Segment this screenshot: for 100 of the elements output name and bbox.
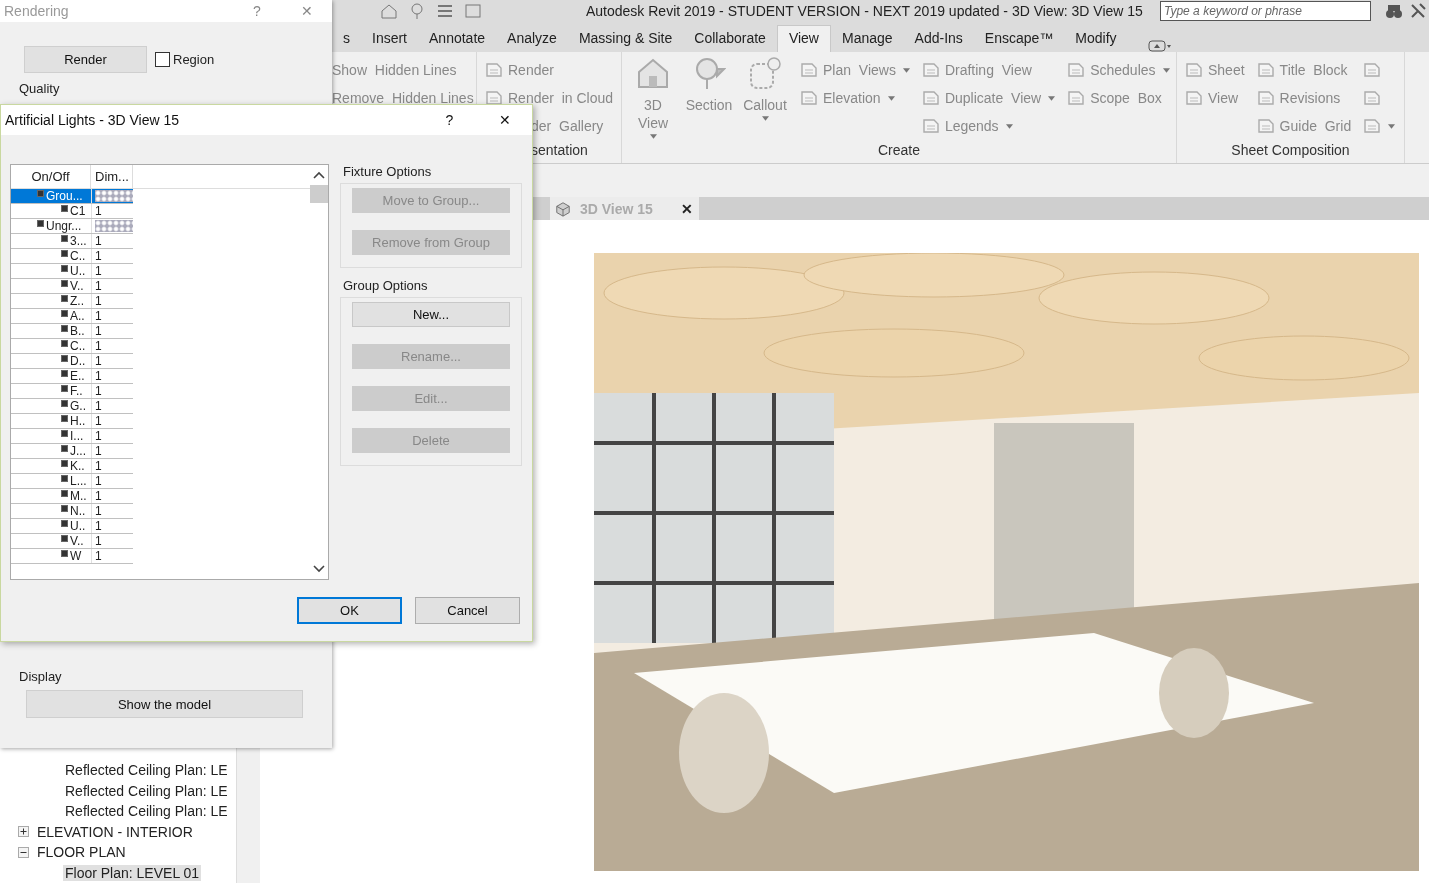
tree-item[interactable]: Z..	[11, 294, 91, 308]
dialog-button[interactable]: New...	[352, 302, 510, 327]
ribbon-tab[interactable]: Massing & Site	[567, 26, 684, 52]
close-button[interactable]: ✕	[477, 111, 532, 129]
help-button[interactable]: ?	[422, 111, 477, 129]
tree-item[interactable]: B..	[11, 324, 91, 338]
browser-item[interactable]: Reflected Ceiling Plan: LE	[63, 762, 230, 779]
checkbox[interactable]	[61, 354, 68, 362]
panel-toggle-icon[interactable]	[1147, 40, 1172, 52]
tree-item[interactable]: M..	[11, 489, 91, 503]
checkbox[interactable]	[61, 504, 68, 512]
close-button[interactable]: ✕	[282, 2, 332, 20]
page-icon	[1363, 62, 1382, 78]
column-header[interactable]: Dim...	[91, 165, 133, 188]
render-button[interactable]: Render	[24, 46, 147, 73]
tree-item[interactable]: K..	[11, 459, 91, 473]
expand-icon[interactable]	[18, 826, 29, 838]
ribbon-tab[interactable]: Collaborate	[683, 26, 777, 52]
tree-item[interactable]: H..	[11, 414, 91, 428]
checkbox[interactable]	[61, 249, 68, 257]
ribbon-tab[interactable]: View	[776, 25, 831, 52]
checkbox[interactable]	[61, 339, 68, 347]
tree-item[interactable]: 3...	[11, 234, 91, 248]
ribbon-tab[interactable]: s	[332, 26, 361, 52]
checkbox[interactable]	[61, 399, 68, 407]
checkbox[interactable]	[61, 309, 68, 317]
ribbon-tab[interactable]: Insert	[361, 26, 418, 52]
binoculars-icon[interactable]	[1385, 2, 1403, 20]
checkbox[interactable]	[61, 204, 68, 212]
checkbox[interactable]	[61, 324, 68, 332]
search-field[interactable]: Type a keyword or phrase	[1160, 1, 1371, 21]
ribbon-tab[interactable]: Annotate	[418, 26, 497, 52]
tree-item[interactable]: W	[11, 549, 91, 563]
tree-item[interactable]: D..	[11, 354, 91, 368]
checkbox[interactable]	[61, 534, 68, 542]
checkbox[interactable]	[61, 384, 68, 392]
checkbox[interactable]	[61, 489, 68, 497]
dialog-button[interactable]: OK	[297, 597, 402, 624]
browser-item[interactable]: Reflected Ceiling Plan: LE	[63, 803, 230, 820]
page-icon	[1363, 90, 1382, 106]
close-button[interactable]: ✕	[674, 197, 699, 220]
help-button[interactable]: ?	[232, 2, 282, 20]
checkbox[interactable]	[61, 369, 68, 377]
tree-item[interactable]: I...	[11, 429, 91, 443]
page-icon	[1256, 118, 1275, 134]
ribbon-tab[interactable]: Analyze	[496, 26, 568, 52]
tree-item[interactable]: Ungr...	[11, 219, 91, 233]
checkbox[interactable]	[37, 219, 44, 227]
tree-item[interactable]: V..	[11, 279, 91, 293]
tree-item[interactable]: C1	[11, 204, 91, 218]
tree-item[interactable]: C..	[11, 339, 91, 353]
ribbon-tab[interactable]: Enscape™	[973, 26, 1065, 52]
page-icon	[1185, 62, 1203, 78]
show-model-button[interactable]: Show the model	[26, 690, 303, 718]
tree-item[interactable]: E..	[11, 369, 91, 383]
checkbox[interactable]	[61, 519, 68, 527]
checkbox[interactable]	[37, 189, 44, 197]
tree-item[interactable]: U..	[11, 519, 91, 533]
ribbon-tab[interactable]: Add-Ins	[903, 26, 974, 52]
scroll-thumb[interactable]	[310, 185, 328, 203]
checkbox[interactable]	[61, 279, 68, 287]
checkbox[interactable]	[61, 444, 68, 452]
dim-value: 1	[95, 354, 102, 368]
checkbox[interactable]	[61, 264, 68, 272]
section-label: Quality	[18, 80, 61, 96]
dialog-button[interactable]: Cancel	[415, 597, 520, 624]
tree-item[interactable]: N..	[11, 504, 91, 518]
browser-item[interactable]: ELEVATION - INTERIOR	[35, 823, 195, 840]
scroll-down-icon[interactable]	[313, 564, 325, 574]
region-checkbox[interactable]: Region	[155, 52, 215, 67]
list-icon[interactable]	[436, 2, 454, 20]
tree-item[interactable]: A..	[11, 309, 91, 323]
checkbox[interactable]	[61, 459, 68, 467]
checkbox[interactable]	[61, 414, 68, 422]
tree-item[interactable]: U..	[11, 264, 91, 278]
page-icon	[1256, 90, 1275, 106]
ribbon-tab[interactable]: Modify	[1064, 26, 1128, 52]
ribbon-tab[interactable]: Manage	[830, 26, 904, 52]
column-header[interactable]: On/Off	[11, 165, 91, 188]
checkbox[interactable]	[61, 549, 68, 557]
section-label: Display	[18, 668, 63, 684]
browser-item[interactable]: Floor Plan: LEVEL 01	[63, 864, 202, 881]
tree-item[interactable]: G..	[11, 399, 91, 413]
browser-item[interactable]: Reflected Ceiling Plan: LE	[63, 782, 230, 799]
caret-icon	[887, 95, 895, 101]
checkbox[interactable]	[61, 474, 68, 482]
browser-item[interactable]: FLOOR PLAN	[35, 844, 128, 861]
tree-item[interactable]: C..	[11, 249, 91, 263]
checkbox[interactable]	[61, 234, 68, 242]
tree-item[interactable]: L...	[11, 474, 91, 488]
dim-value: 1	[95, 444, 102, 458]
tree-item[interactable]: F..	[11, 384, 91, 398]
checkbox[interactable]	[61, 294, 68, 302]
page-icon	[1363, 118, 1382, 134]
scroll-up-icon[interactable]	[313, 170, 325, 180]
tree-item[interactable]: Grou...	[11, 189, 91, 203]
collapse-icon[interactable]	[18, 846, 29, 858]
tree-item[interactable]: J...	[11, 444, 91, 458]
checkbox[interactable]	[61, 429, 68, 437]
tree-item[interactable]: V..	[11, 534, 91, 548]
